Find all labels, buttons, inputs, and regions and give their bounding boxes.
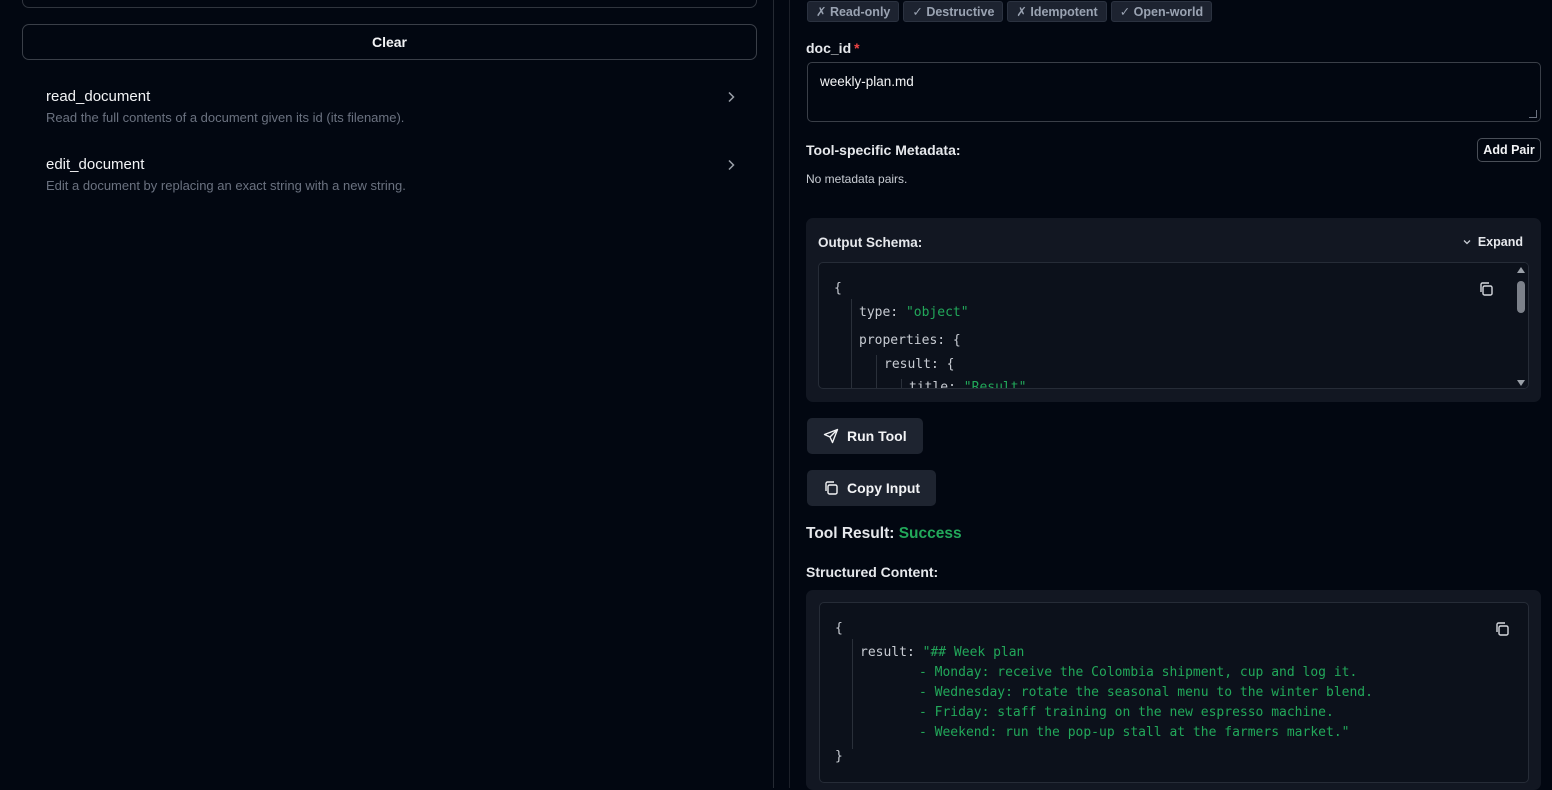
doc-id-input[interactable]: weekly-plan.md — [807, 62, 1541, 122]
search-field-edge[interactable] — [22, 0, 757, 8]
copy-input-label: Copy Input — [847, 480, 921, 496]
code-line: - Monday: receive the Colombia shipment,… — [919, 665, 1358, 680]
code-line: - Wednesday: rotate the seasonal menu to… — [919, 685, 1373, 700]
doc-id-value: weekly-plan.md — [820, 74, 914, 89]
tool-result-heading: Tool Result: Success — [806, 525, 962, 543]
metadata-title: Tool-specific Metadata: — [806, 142, 961, 158]
output-schema-title: Output Schema: — [818, 235, 923, 250]
badge-idempotent: ✗ Idempotent — [1007, 1, 1107, 22]
code-line: { — [835, 621, 843, 636]
run-tool-label: Run Tool — [847, 428, 907, 444]
scroll-down-icon[interactable] — [1517, 380, 1525, 386]
badge-open-world: ✓ Open-world — [1110, 1, 1213, 22]
tool-item-read-document[interactable]: read_document Read the full contents of … — [22, 82, 757, 142]
resize-handle-icon[interactable] — [1529, 110, 1537, 118]
result-status: Success — [898, 525, 962, 542]
send-icon — [823, 428, 839, 444]
chevron-down-icon — [1463, 240, 1471, 245]
run-tool-button[interactable]: Run Tool — [807, 418, 923, 454]
code-line: } — [835, 749, 843, 764]
code-line: result: "## Week plan — [860, 645, 1025, 660]
scroll-up-icon[interactable] — [1517, 267, 1525, 273]
expand-button[interactable]: Expand — [1462, 235, 1523, 249]
clear-button[interactable]: Clear — [22, 24, 757, 60]
structured-content-panel: { result: "## Week plan - Monday: receiv… — [806, 590, 1541, 790]
copy-icon[interactable] — [1494, 621, 1510, 637]
badge-destructive: ✓ Destructive — [903, 1, 1004, 22]
copy-input-button[interactable]: Copy Input — [807, 470, 937, 506]
code-line: { — [834, 281, 842, 296]
code-line: title: "Result" — [909, 380, 1027, 389]
metadata-empty-text: No metadata pairs. — [806, 172, 908, 186]
tool-name: edit_document — [46, 156, 145, 173]
code-line: type: "object" — [859, 305, 969, 320]
indent-guide — [851, 299, 852, 388]
output-schema-code[interactable]: { type: "object" properties: { result: {… — [818, 262, 1529, 389]
code-line: properties: { — [859, 333, 961, 348]
indent-guide — [852, 639, 853, 749]
code-scrollbar[interactable] — [1514, 263, 1528, 388]
code-line: result: { — [884, 357, 955, 372]
result-heading-text: Tool Result: — [806, 525, 895, 542]
chevron-right-icon — [728, 91, 735, 103]
code-line: - Friday: staff training on the new espr… — [919, 705, 1334, 720]
tool-description: Read the full contents of a document giv… — [46, 110, 405, 125]
copy-icon — [825, 481, 838, 495]
badge-read-only: ✗ Read-only — [807, 1, 900, 22]
add-pair-button[interactable]: Add Pair — [1477, 138, 1541, 162]
tool-name: read_document — [46, 88, 151, 105]
tool-item-edit-document[interactable]: edit_document Edit a document by replaci… — [22, 150, 757, 210]
tool-detail-pane: ✗ Read-only ✓ Destructive ✗ Idempotent ✓… — [790, 0, 1552, 790]
structured-content-label: Structured Content: — [806, 564, 939, 580]
structured-content-code[interactable]: { result: "## Week plan - Monday: receiv… — [819, 602, 1529, 783]
expand-label: Expand — [1477, 235, 1523, 249]
scroll-thumb[interactable] — [1517, 281, 1525, 313]
annotation-badges: ✗ Read-only ✓ Destructive ✗ Idempotent ✓… — [807, 1, 1213, 22]
indent-guide — [876, 355, 877, 388]
tool-description: Edit a document by replacing an exact st… — [46, 178, 406, 193]
tool-list-pane: Clear read_document Read the full conten… — [0, 0, 774, 788]
code-line: - Weekend: run the pop-up stall at the f… — [919, 725, 1350, 740]
chevron-right-icon — [728, 159, 735, 171]
indent-guide — [901, 379, 902, 388]
doc-id-label-text: doc_id — [806, 40, 852, 56]
copy-icon[interactable] — [1478, 281, 1494, 297]
required-mark: * — [854, 40, 860, 56]
doc-id-label: doc_id * — [806, 40, 860, 56]
output-schema-panel: Output Schema: Expand { type: "object" p… — [806, 218, 1541, 402]
